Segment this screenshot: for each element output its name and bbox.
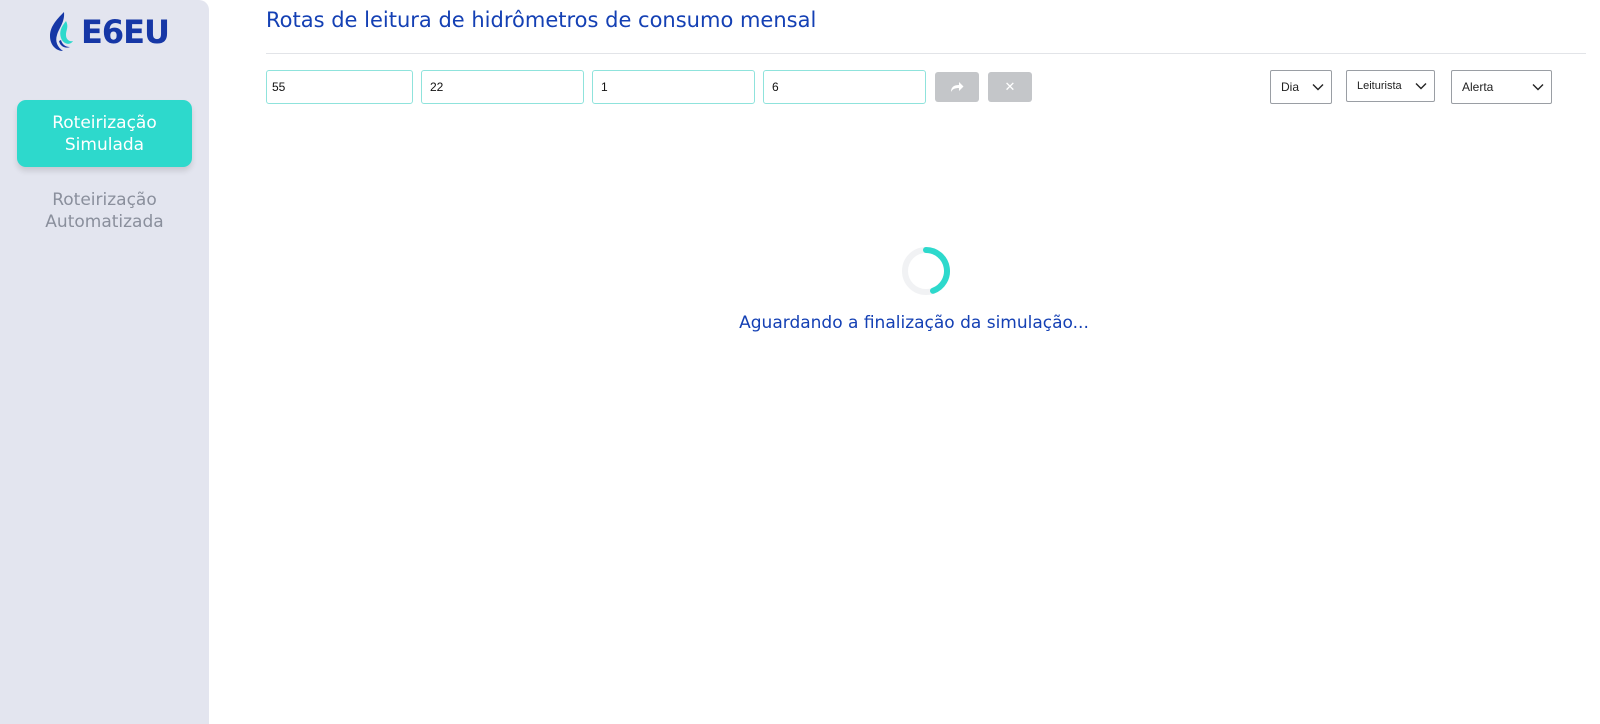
chevron-down-icon [1415,83,1427,90]
close-icon: ✕ [1004,79,1016,94]
main-content: Rotas de leitura de hidrômetros de consu… [209,0,1600,724]
sidebar: E6EU Roteirização Simulada Roteirização … [0,0,209,724]
day-select[interactable]: Dia [1270,70,1332,104]
reader-select-value: Leiturista [1357,80,1402,92]
filter-input-3[interactable] [592,70,755,104]
brand-name: E6EU [81,13,170,51]
share-arrow-icon [951,82,964,92]
day-select-value: Dia [1281,80,1300,94]
brand-logo[interactable]: E6EU [46,10,176,54]
header-divider [266,53,1586,54]
sidebar-item-roteirizacao-simulada[interactable]: Roteirização Simulada [17,100,192,167]
filter-input-4[interactable] [763,70,926,104]
water-drop-logo-icon [50,12,73,51]
clear-filters-button[interactable]: ✕ [988,72,1032,102]
filter-input-2[interactable] [421,70,584,104]
loading-spinner-icon [902,247,950,295]
loading-status-message: Aguardando a finalização da simulação... [739,313,1089,333]
apply-filters-button[interactable] [935,72,979,102]
chevron-down-icon [1312,84,1324,91]
page-title: Rotas de leitura de hidrômetros de consu… [266,8,817,32]
filter-input-1[interactable] [266,70,413,104]
reader-select[interactable]: Leiturista [1346,70,1435,102]
alert-select-value: Alerta [1462,80,1494,94]
chevron-down-icon [1532,84,1544,91]
sidebar-item-roteirizacao-automatizada[interactable]: Roteirização Automatizada [17,189,192,233]
alert-select[interactable]: Alerta [1451,70,1552,104]
